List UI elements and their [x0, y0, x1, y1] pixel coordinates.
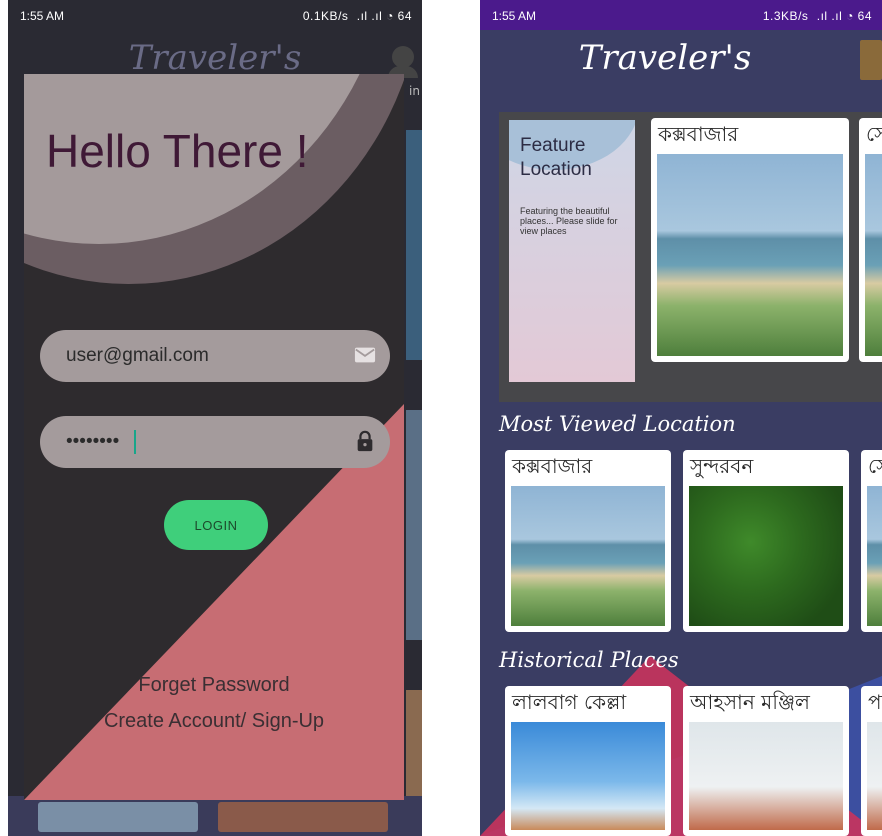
- background-bottom-row: [8, 796, 422, 836]
- feature-card[interactable]: কক্সবাজার: [651, 118, 849, 362]
- login-heading: Hello There !: [46, 125, 309, 177]
- historical-card[interactable]: লালবাগ কেল্লা: [505, 686, 671, 836]
- most-viewed-card-label: সে: [868, 454, 882, 478]
- historical-card-image: [511, 722, 665, 830]
- email-input[interactable]: [66, 330, 346, 382]
- most-viewed-card[interactable]: সে: [861, 450, 882, 632]
- feature-description: Featuring the beautiful places... Please…: [520, 206, 618, 236]
- home-screen: 1:55 AM 1.3KB/s .ıl .ıl ◔ 64 Traveler's …: [480, 0, 882, 836]
- password-field[interactable]: [40, 416, 390, 468]
- background-card-strip: [406, 410, 422, 640]
- historical-card-label: লালবাগ কেল্লা: [512, 690, 627, 714]
- status-indicators: 0.1KB/s .ıl .ıl ◔ 64: [302, 9, 412, 23]
- historical-card-label: পা: [868, 690, 882, 714]
- status-bar: 1:55 AM 0.1KB/s .ıl .ıl ◔ 64: [8, 0, 422, 30]
- most-viewed-card-image: [511, 486, 665, 626]
- status-indicators: 1.3KB/s .ıl .ıl ◔ 64: [762, 9, 872, 23]
- feature-intro-card: Feature Location Featuring the beautiful…: [509, 120, 635, 382]
- feature-title: Feature Location: [520, 135, 592, 180]
- forget-password-link[interactable]: Forget Password: [24, 674, 404, 697]
- historical-card-label: আহসান মঞ্জিল: [690, 690, 810, 714]
- feature-location-panel: Feature Location Featuring the beautiful…: [499, 112, 882, 402]
- status-bar: 1:55 AM 1.3KB/s .ıl .ıl ◔ 64: [480, 0, 882, 30]
- historical-card[interactable]: আহসান মঞ্জিল: [683, 686, 849, 836]
- status-time: 1:55 AM: [492, 9, 537, 23]
- most-viewed-card-image: [867, 486, 882, 626]
- historical-card-image: [689, 722, 843, 830]
- background-card-strip: [406, 130, 422, 360]
- app-title: Traveler's: [578, 38, 752, 78]
- most-viewed-title: Most Viewed Location: [499, 412, 736, 436]
- background-card-strip: [406, 690, 422, 800]
- most-viewed-card-label: সুন্দরবন: [690, 454, 754, 478]
- feature-card-image: [657, 154, 843, 356]
- create-account-link[interactable]: Create Account/ Sign-Up: [24, 710, 404, 733]
- lock-icon: [357, 430, 373, 452]
- historical-card-image: [867, 722, 882, 830]
- password-input[interactable]: [66, 416, 346, 468]
- feature-card-label: কক্সবাজার: [658, 122, 739, 146]
- text-cursor: [134, 430, 136, 454]
- background-thumbnail: [38, 802, 198, 832]
- feature-card-image: [865, 154, 882, 356]
- email-field[interactable]: [40, 330, 390, 382]
- mail-icon: [354, 347, 376, 363]
- historical-places-title: Historical Places: [499, 648, 679, 672]
- most-viewed-card-label: কক্সবাজার: [512, 454, 593, 478]
- feature-card-label: সে: [866, 122, 882, 146]
- login-dialog: Hello There ! LOGIN Forget Password Crea…: [24, 74, 404, 800]
- app-logo-icon[interactable]: [860, 40, 882, 80]
- most-viewed-card[interactable]: সুন্দরবন: [683, 450, 849, 632]
- profile-icon: [392, 46, 414, 68]
- background-app-title: Traveler's: [128, 38, 302, 78]
- login-button[interactable]: LOGIN: [164, 500, 268, 550]
- historical-card[interactable]: পা: [861, 686, 882, 836]
- status-time: 1:55 AM: [20, 9, 65, 23]
- background-side-text: in: [409, 84, 420, 98]
- login-screen: 1:55 AM 0.1KB/s .ıl .ıl ◔ 64 Traveler's …: [8, 0, 422, 836]
- feature-card[interactable]: সে: [859, 118, 882, 362]
- most-viewed-card-image: [689, 486, 843, 626]
- most-viewed-card[interactable]: কক্সবাজার: [505, 450, 671, 632]
- background-thumbnail: [218, 802, 388, 832]
